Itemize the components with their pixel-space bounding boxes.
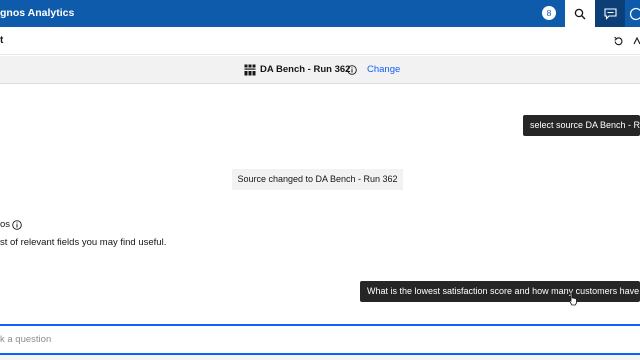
change-source-link[interactable]: Change [367, 56, 400, 84]
user-message: select source DA Bench - Ru [523, 115, 640, 136]
info-icon[interactable] [347, 65, 357, 75]
conversation-area: select source DA Bench - Ru Source chang… [0, 85, 640, 317]
chat-icon [603, 7, 617, 20]
assistant-response-title: os [0, 219, 11, 230]
panel-title: t [0, 35, 4, 46]
search-button[interactable] [565, 0, 595, 27]
reset-icon [613, 36, 623, 45]
panel-toolbar: t [0, 27, 640, 55]
bottom-strip [0, 355, 640, 360]
assistant-response-text: st of relevant fields you may find usefu… [0, 237, 167, 248]
more-icon [633, 36, 640, 45]
more-button[interactable] [632, 32, 640, 50]
help-icon [629, 7, 640, 20]
question-input-container [0, 324, 640, 355]
app-title: gnos Analytics [0, 7, 75, 19]
dataset-icon [244, 64, 256, 76]
system-message: Source changed to DA Bench - Run 362 [232, 169, 403, 190]
app-header: gnos Analytics 8 [0, 0, 640, 27]
reset-button[interactable] [610, 32, 626, 50]
user-message: What is the lowest satisfaction score an… [360, 281, 640, 302]
notification-badge[interactable]: 8 [542, 6, 556, 20]
source-bar: DA Bench - Run 362 Change [0, 56, 640, 84]
source-name: DA Bench - Run 362 [260, 64, 351, 75]
mouse-pointer-icon [569, 292, 577, 306]
assistant-chat-button[interactable] [595, 0, 625, 27]
info-icon[interactable] [12, 220, 22, 230]
ask-question-input[interactable] [0, 326, 640, 353]
search-icon [574, 8, 586, 19]
help-button[interactable] [625, 0, 640, 27]
